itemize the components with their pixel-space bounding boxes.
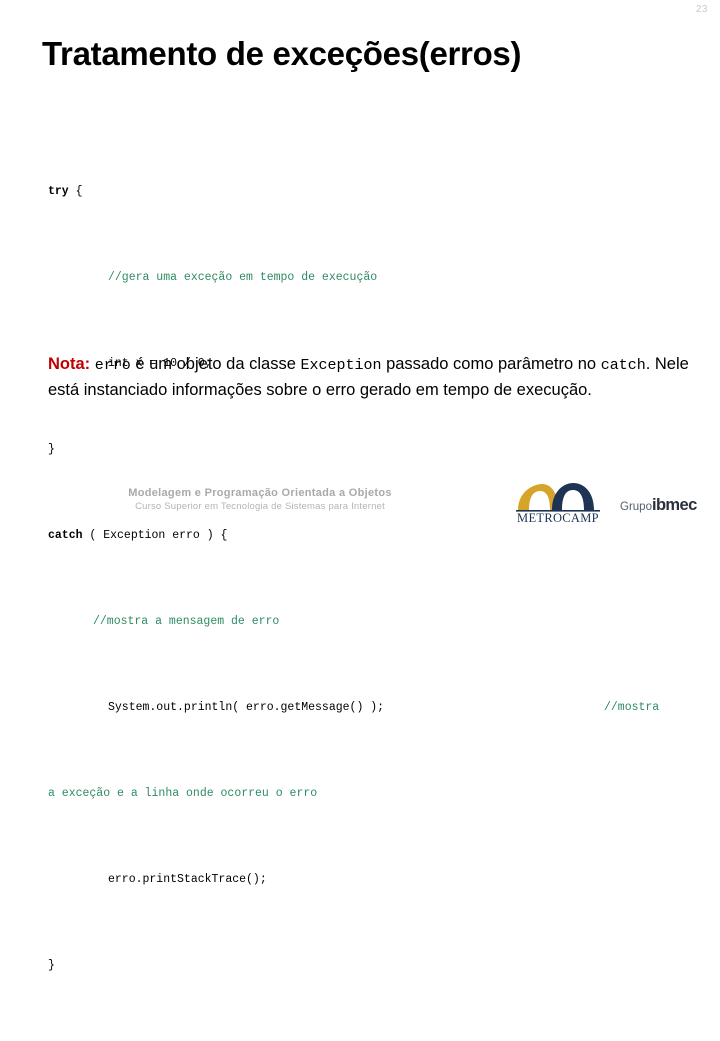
code-keyword: try [48,184,76,198]
metrocamp-logo: METROCAMP [512,480,604,524]
footer-course-subtitle: Curso Superior em Tecnologia de Sistemas… [135,501,385,512]
code-line: //mostra a mensagem de erro [48,611,688,633]
metrocamp-navy-arch [552,483,594,510]
code-text: } [48,442,55,456]
code-line: } [48,955,688,977]
note-text-part1: é um objeto da classe [130,355,301,373]
footer-course-info: Modelagem e Programação Orientada a Obje… [0,486,520,513]
slide-root: 23 Tratamento de exceções(erros) try { /… [0,0,720,972]
footer-course-title: Modelagem e Programação Orientada a Obje… [128,487,392,499]
code-text: System.out.println( erro.getMessage() ); [108,700,385,714]
code-text: { [75,184,83,198]
slide-number: 23 [695,4,708,15]
metrocamp-gold-arch [518,484,558,510]
code-line: //gera uma exceção em tempo de execução [48,267,688,289]
code-comment: a exceção e a linha onde ocorreu o erro [48,786,318,800]
ibmec-logo: Grupoibmec [620,496,716,520]
note-code-erro: erro [94,357,131,374]
code-line: erro.printStackTrace(); [48,869,688,891]
code-block: try { //gera uma exceção em tempo de exe… [48,116,688,1041]
note-code-exception: Exception [300,357,382,374]
ibmec-wordmark: ibmec [651,496,697,514]
note-paragraph: Nota: erro é um objeto da classe Excepti… [48,352,696,403]
code-comment: //mostra a mensagem de erro [93,614,280,628]
metrocamp-wordmark: METROCAMP [517,511,599,524]
code-line: System.out.println( erro.getMessage() );… [48,697,688,719]
footer: Modelagem e Programação Orientada a Obje… [0,483,720,536]
metrocamp-logo-icon: METROCAMP [516,483,600,524]
code-comment: //gera uma exceção em tempo de execução [108,270,378,284]
code-line: } [48,439,688,461]
note-code-catch: catch [600,357,646,374]
code-text: erro.printStackTrace(); [108,872,267,886]
ibmec-prefix: Grupo [620,501,652,513]
page-title: Tratamento de exceções(erros) [42,35,522,72]
code-line: a exceção e a linha onde ocorreu o erro [48,783,688,805]
code-trailing-comment: //mostra [604,700,660,714]
note-text-part2: passado como parâmetro no [381,355,601,373]
code-text: } [48,958,55,972]
note-label: Nota: [48,355,91,373]
code-line: try { [48,181,688,203]
